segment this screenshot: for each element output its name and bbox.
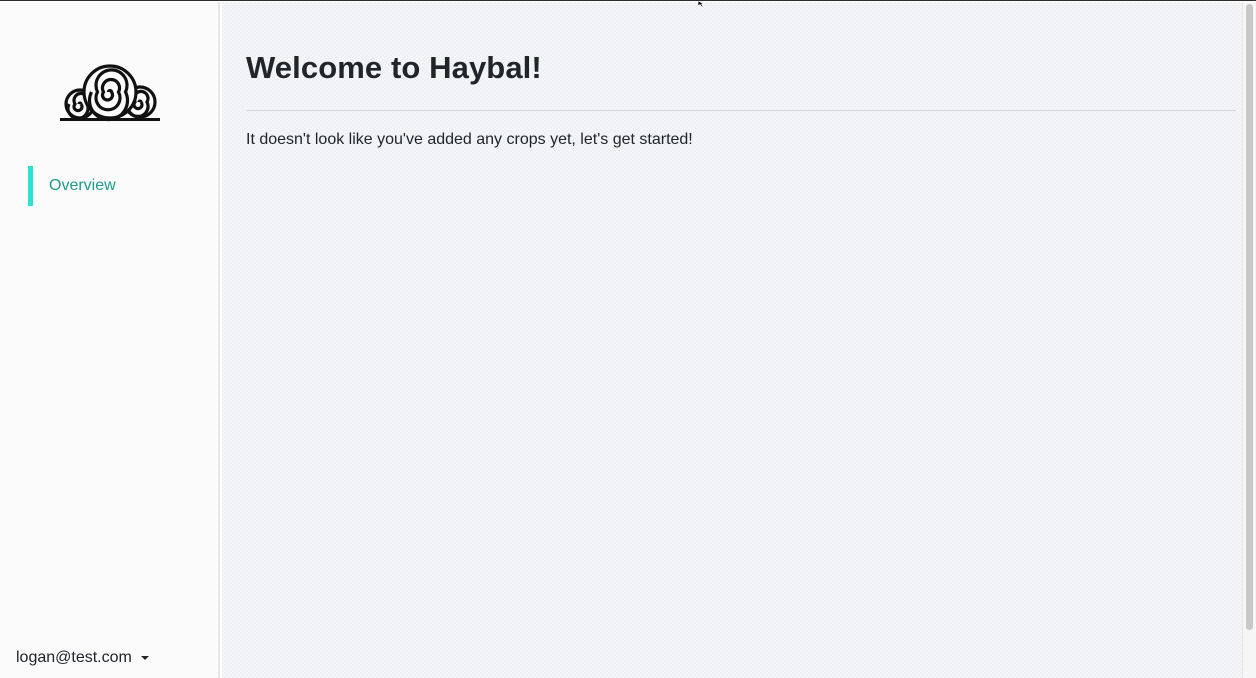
app-window: Overview logan@test.com Welcome to Hayba… bbox=[0, 0, 1256, 678]
user-email: logan@test.com bbox=[16, 649, 132, 666]
sidebar-item-label: Overview bbox=[49, 177, 116, 194]
user-menu-dropdown[interactable]: logan@test.com bbox=[16, 647, 149, 669]
active-indicator bbox=[28, 166, 33, 206]
sidebar: Overview logan@test.com bbox=[0, 2, 220, 678]
vertical-scrollbar[interactable] bbox=[1242, 2, 1256, 678]
hay-bales-logo-icon[interactable] bbox=[58, 62, 162, 122]
mouse-cursor-icon bbox=[697, 1, 705, 7]
title-divider bbox=[246, 110, 1236, 111]
main-content: Welcome to Haybal! It doesn't look like … bbox=[222, 2, 1242, 678]
sidebar-item-overview[interactable]: Overview bbox=[28, 166, 208, 206]
empty-state-message: It doesn't look like you've added any cr… bbox=[246, 131, 693, 148]
page-title: Welcome to Haybal! bbox=[246, 50, 542, 85]
caret-down-icon bbox=[140, 656, 149, 660]
scrollbar-thumb[interactable] bbox=[1246, 4, 1253, 630]
